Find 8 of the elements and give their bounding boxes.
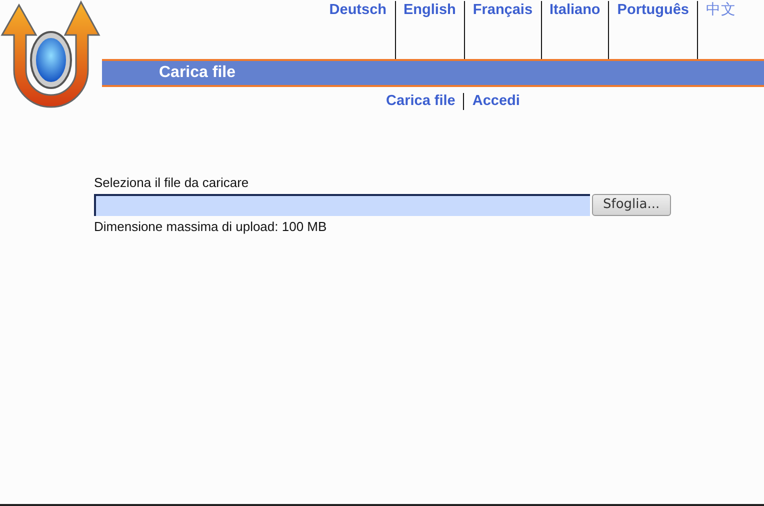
- browse-button[interactable]: Sfoglia...: [592, 194, 671, 216]
- field-label: Seleziona il file da caricare: [94, 174, 249, 192]
- page-title: Carica file: [159, 63, 236, 83]
- upload-limit-note: Dimensione massima di upload: 100 MB: [94, 218, 327, 236]
- nav-link[interactable]: Accedi: [464, 93, 528, 110]
- language-link[interactable]: 中文: [698, 1, 744, 59]
- file-path-field[interactable]: [94, 194, 590, 216]
- nav-link[interactable]: Carica file: [378, 93, 464, 110]
